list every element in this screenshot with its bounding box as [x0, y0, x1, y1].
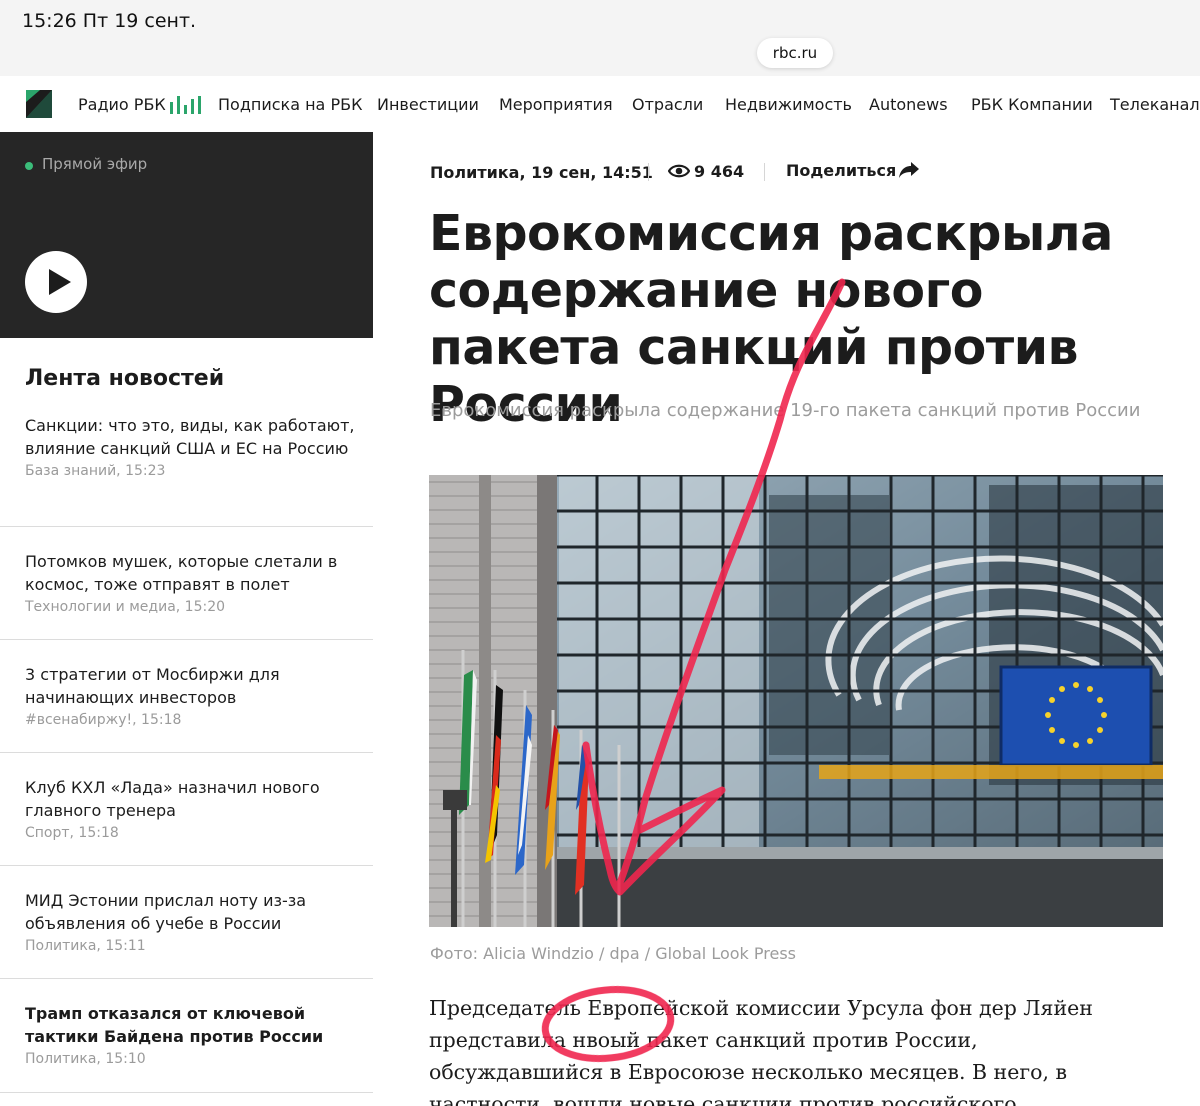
eu-parliament-photo — [429, 475, 1163, 927]
rbc-logo-icon[interactable] — [26, 90, 52, 118]
news-feed-title: Лента новостей — [25, 366, 225, 391]
nav-real-estate[interactable]: Недвижимость — [725, 95, 852, 114]
feed-item[interactable]: МИД Эстонии прислал ноту из-за объявлени… — [25, 889, 355, 954]
article-date[interactable]: Политика, 19 сен, 14:51 — [430, 163, 653, 182]
feed-item-meta: Политика, 15:11 — [25, 938, 146, 954]
status-bar: 15:26 Пт 19 сент. rbc.ru — [0, 0, 1200, 76]
feed-divider — [0, 1092, 373, 1093]
feed-item-meta: #всенабиржу!, 15:18 — [25, 712, 182, 728]
eye-icon — [668, 164, 690, 178]
feed-divider — [0, 526, 373, 527]
article-headline: Еврокомиссия раскрыла содержание нового … — [429, 205, 1113, 433]
feed-item-meta: Политика, 15:10 — [25, 1051, 146, 1067]
feed-item[interactable]: 3 стратегии от Мосбиржи для начинающих и… — [25, 663, 355, 728]
feed-divider — [0, 978, 373, 979]
address-bar[interactable]: rbc.ru — [757, 38, 833, 68]
feed-divider — [0, 865, 373, 866]
feed-item-title[interactable]: Клуб КХЛ «Лада» назначил нового главного… — [25, 776, 355, 822]
nav-rbc-companies[interactable]: РБК Компании — [971, 95, 1093, 114]
meta-divider — [648, 163, 649, 181]
nav-events[interactable]: Мероприятия — [499, 95, 613, 114]
nav-industries[interactable]: Отрасли — [632, 95, 703, 114]
feed-item[interactable]: Трамп отказался от ключевой тактики Байд… — [25, 1002, 355, 1067]
share-arrow-icon[interactable] — [898, 160, 920, 180]
live-player: Прямой эфир — [0, 132, 373, 338]
status-time-date: 15:26 Пт 19 сент. — [22, 10, 197, 32]
live-indicator-dot — [25, 162, 33, 170]
play-button[interactable] — [25, 251, 87, 313]
live-label: Прямой эфир — [42, 155, 148, 173]
nav-subscription[interactable]: Подписка на РБК — [218, 95, 362, 114]
article-views: 9 464 — [694, 162, 745, 181]
feed-divider — [0, 752, 373, 753]
article-photo — [429, 475, 1163, 927]
feed-item-meta: База знаний, 15:23 — [25, 463, 166, 479]
feed-item-meta: Технологии и медиа, 15:20 — [25, 599, 226, 615]
feed-item[interactable]: Потомков мушек, которые слетали в космос… — [25, 550, 355, 615]
feed-item-title[interactable]: Трамп отказался от ключевой тактики Байд… — [25, 1002, 355, 1048]
feed-item[interactable]: Санкции: что это, виды, как работают, вл… — [25, 414, 355, 479]
nav-autonews[interactable]: Autonews — [869, 95, 948, 114]
share-button[interactable]: Поделиться — [786, 161, 896, 180]
nav-tv-channel[interactable]: Телеканал — [1110, 95, 1200, 114]
top-navigation: Радио РБК Подписка на РБК Инвестиции Мер… — [0, 76, 1200, 132]
article-body: Председатель Европейской комиссии Урсула… — [429, 996, 1093, 1106]
feed-item-title[interactable]: МИД Эстонии прислал ноту из-за объявлени… — [25, 889, 355, 935]
radio-bars-icon — [170, 96, 206, 114]
meta-divider — [764, 163, 765, 181]
article-subtitle: Еврокомиссия раскрыла содержание 19-го п… — [430, 400, 1141, 421]
nav-investments[interactable]: Инвестиции — [377, 95, 479, 114]
feed-divider — [0, 639, 373, 640]
feed-item-title[interactable]: Санкции: что это, виды, как работают, вл… — [25, 414, 355, 460]
feed-item-title[interactable]: 3 стратегии от Мосбиржи для начинающих и… — [25, 663, 355, 709]
feed-item[interactable]: Клуб КХЛ «Лада» назначил нового главного… — [25, 776, 355, 841]
feed-item-meta: Спорт, 15:18 — [25, 825, 119, 841]
photo-caption: Фото: Alicia Windzio / dpa / Global Look… — [430, 944, 796, 963]
nav-radio-rbc[interactable]: Радио РБК — [78, 95, 166, 114]
feed-item-title[interactable]: Потомков мушек, которые слетали в космос… — [25, 550, 355, 596]
